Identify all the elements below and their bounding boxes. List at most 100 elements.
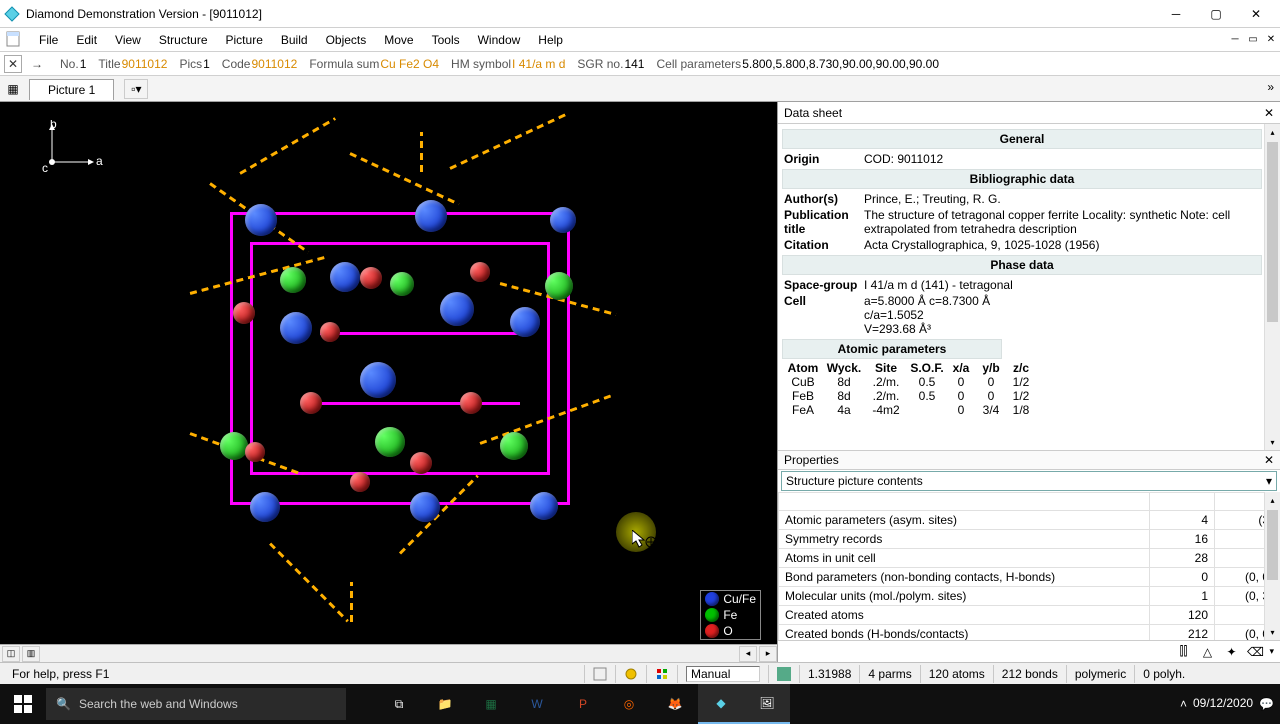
cell-key: Cell [784, 294, 864, 336]
mdi-minimize-button[interactable]: ─ [1226, 32, 1244, 48]
infoval-hm: I 41/a m d [512, 57, 565, 71]
status-color-swatch[interactable] [768, 665, 799, 683]
chevron-down-icon: ▾ [1266, 474, 1272, 488]
table-row: Atoms in unit cell28 [779, 549, 1280, 568]
tray-clock[interactable]: 09/12/2020 [1187, 697, 1259, 711]
taskbar-word-icon[interactable]: W [514, 684, 560, 724]
status-poly: polymeric [1066, 665, 1134, 683]
tool-eraser-icon[interactable]: ⌫ [1245, 643, 1265, 661]
tool-triangle-icon[interactable]: △ [1197, 643, 1217, 661]
maximize-button[interactable]: ▢ [1196, 2, 1236, 26]
tool-wand-icon[interactable]: ✦ [1221, 643, 1241, 661]
axis-indicator: b a c [40, 120, 110, 180]
menu-objects[interactable]: Objects [317, 30, 376, 50]
status-help: For help, press F1 [4, 665, 584, 683]
properties-title: Properties [784, 453, 839, 467]
datasheet-scrollbar[interactable]: ▴▾ [1264, 124, 1280, 450]
tray-chevron-icon[interactable]: ˄ [1180, 697, 1187, 711]
tray-notifications-icon[interactable]: 💬 [1259, 697, 1274, 711]
table-row: Created atoms120 [779, 606, 1280, 625]
menu-move[interactable]: Move [375, 30, 422, 50]
status-atoms: 120 atoms [920, 665, 993, 683]
infolabel-title: Title [98, 57, 120, 71]
close-button[interactable]: ✕ [1236, 2, 1276, 26]
minimize-button[interactable]: ─ [1156, 2, 1196, 26]
properties-close-icon[interactable]: ✕ [1264, 453, 1274, 467]
table-row: CuB8d.2/m.0.5001/2 [782, 375, 1262, 389]
menu-tools[interactable]: Tools [423, 30, 469, 50]
info-close-icon[interactable]: ✕ [4, 55, 22, 73]
status-icon-1[interactable] [584, 665, 615, 683]
menu-view[interactable]: View [106, 30, 150, 50]
tab-picture-1[interactable]: Picture 1 [29, 79, 114, 100]
status-icon-2[interactable] [615, 665, 646, 683]
status-parms: 4 parms [859, 665, 919, 683]
infoval-pics: 1 [203, 57, 210, 71]
legend-label: O [723, 624, 732, 638]
properties-body[interactable]: Atomic parameters (asym. sites)4(3) Symm… [778, 492, 1280, 640]
status-icon-3[interactable] [646, 665, 677, 683]
properties-scrollbar[interactable]: ▴▾ [1264, 492, 1280, 640]
infoval-sgr: 141 [624, 57, 644, 71]
menu-help[interactable]: Help [529, 30, 572, 50]
mdi-close-button[interactable]: ✕ [1262, 32, 1280, 48]
infolabel-sgr: SGR no. [577, 57, 623, 71]
origin-value: COD: 9011012 [864, 152, 1260, 166]
menu-edit[interactable]: Edit [67, 30, 106, 50]
spacegroup-value: I 41/a m d (141) - tetragonal [864, 278, 1260, 292]
menu-window[interactable]: Window [469, 30, 530, 50]
datasheet-close-icon[interactable]: ✕ [1264, 106, 1274, 120]
info-next-icon[interactable]: → [26, 55, 48, 73]
table-row: Bond parameters (non-bonding contacts, H… [779, 568, 1280, 587]
tool-histogram-icon[interactable]: ⫿⫿ [1173, 643, 1193, 661]
cell-line3: V=293.68 Å³ [864, 322, 1260, 336]
infolabel-no: No. [60, 57, 79, 71]
grid-view-icon[interactable]: ▦ [3, 79, 23, 99]
infolabel-pics: Pics [179, 57, 202, 71]
status-mode-input[interactable]: Manual [686, 666, 760, 682]
menu-file[interactable]: File [30, 30, 67, 50]
citation-value: Acta Crystallographica, 9, 1025-1028 (19… [864, 238, 1260, 252]
properties-table: Atomic parameters (asym. sites)4(3) Symm… [778, 492, 1280, 640]
taskbar-excel-icon[interactable]: ▦ [468, 684, 514, 724]
collapse-right-icon[interactable]: » [1267, 80, 1274, 94]
status-distance: 1.31988 [799, 665, 859, 683]
mdi-restore-button[interactable]: ▭ [1244, 32, 1262, 48]
taskbar-search[interactable]: 🔍 Search the web and Windows [46, 688, 346, 720]
table-row: FeB8d.2/m.0.5001/2 [782, 389, 1262, 403]
3d-viewport[interactable]: b a c [0, 102, 778, 662]
table-row: Created bonds (H-bonds/contacts)212(0, 0… [779, 625, 1280, 641]
menu-picture[interactable]: Picture [217, 30, 272, 50]
document-icon [4, 30, 24, 50]
menu-structure[interactable]: Structure [150, 30, 217, 50]
taskbar-explorer-icon[interactable]: 📁 [422, 684, 468, 724]
taskbar-photos-icon[interactable]: 🖼 [744, 684, 790, 724]
taskbar-firefox-icon[interactable]: 🦊 [652, 684, 698, 724]
mouse-cursor-icon [632, 530, 656, 550]
legend-label: Cu/Fe [723, 592, 756, 606]
chevron-down-icon[interactable]: ▾ [1269, 646, 1274, 657]
infoval-formula: Cu Fe2 O4 [380, 57, 439, 71]
infolabel-hm: HM symbol [451, 57, 511, 71]
vp-tool-1[interactable]: ◫ [2, 646, 20, 662]
table-row: Atomic parameters (asym. sites)4(3) [779, 511, 1280, 530]
legend-label: Fe [723, 608, 737, 622]
taskbar-ppt-icon[interactable]: P [560, 684, 606, 724]
datasheet-body[interactable]: General OriginCOD: 9011012 Bibliographic… [778, 124, 1280, 450]
new-tab-button[interactable]: ▫▾ [124, 79, 148, 99]
start-button[interactable] [0, 684, 46, 724]
infolabel-code: Code [222, 57, 251, 71]
taskbar-app-icon[interactable]: ◎ [606, 684, 652, 724]
svg-text:c: c [42, 161, 48, 175]
section-general: General [782, 129, 1262, 149]
citation-key: Citation [784, 238, 864, 252]
vp-prev-button[interactable]: ◂ [739, 646, 757, 662]
menu-build[interactable]: Build [272, 30, 317, 50]
taskbar-diamond-icon[interactable]: ◆ [698, 684, 744, 724]
crystal-structure [150, 112, 620, 612]
vp-next-button[interactable]: ▸ [759, 646, 777, 662]
properties-selector[interactable]: Structure picture contents ▾ [781, 471, 1277, 491]
infoval-code: 9011012 [251, 57, 297, 71]
taskbar-taskview-icon[interactable]: ⧉ [376, 684, 422, 724]
vp-tool-2[interactable]: ▥ [22, 646, 40, 662]
